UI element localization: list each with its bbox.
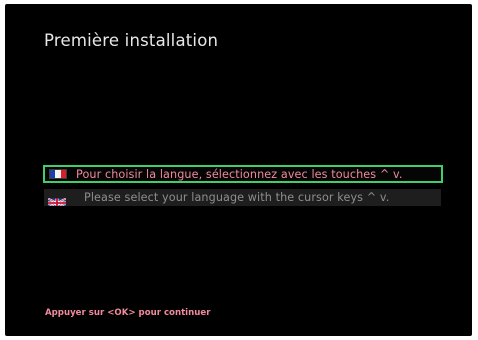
uk-flag-icon xyxy=(47,193,67,206)
language-option-label: Pour choisir la langue, sélectionnez ave… xyxy=(76,167,403,181)
language-option-label: Please select your language with the cur… xyxy=(84,191,390,204)
footer-hint: Appuyer sur <OK> pour continuer xyxy=(45,308,211,318)
tv-screen: Première installation Pour choisir la la… xyxy=(5,4,472,336)
language-option-french[interactable]: Pour choisir la langue, sélectionnez ave… xyxy=(43,165,443,183)
france-flag-icon xyxy=(49,169,67,179)
language-option-english[interactable]: Please select your language with the cur… xyxy=(44,189,441,206)
page-title: Première installation xyxy=(44,31,219,50)
language-list: Pour choisir la langue, sélectionnez ave… xyxy=(43,165,443,206)
